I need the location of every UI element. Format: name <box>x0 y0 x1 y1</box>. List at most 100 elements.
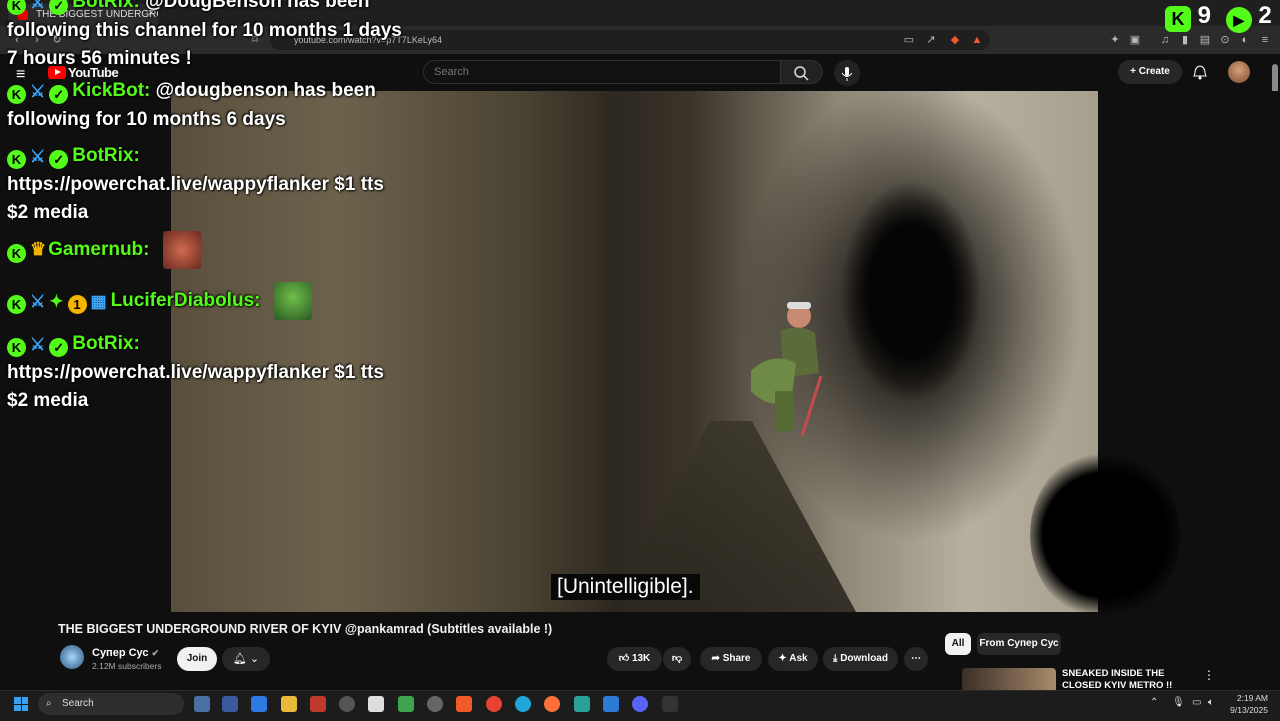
app-icon-3[interactable] <box>251 696 267 712</box>
person-in-tunnel <box>751 302 823 436</box>
share-icon: ➦ <box>711 653 720 664</box>
create-button[interactable]: + Create <box>1118 60 1182 84</box>
download-button[interactable]: ⤓ Download <box>823 647 898 671</box>
chat-username: BotRix: <box>72 145 140 166</box>
brave-rewards-icon[interactable]: ▲ <box>970 33 984 47</box>
sword-badge-icon: ⚔ <box>30 82 46 101</box>
chip-from-channel[interactable]: From Супер Сус <box>977 633 1061 655</box>
search-button[interactable] <box>781 60 823 84</box>
share-label: Share <box>722 653 751 664</box>
edge-icon[interactable] <box>515 696 531 712</box>
chat-text: https://powerchat.live/wappyflanker $1 t… <box>7 174 384 223</box>
channel-avatar[interactable] <box>60 645 84 669</box>
ask-label: Ask <box>789 653 808 664</box>
channel-name[interactable]: Супер Сус ✔ <box>92 647 159 659</box>
counter-value-b: 2 <box>1258 2 1272 29</box>
recommended-menu-icon[interactable]: ⋮ <box>1203 668 1215 682</box>
taskbar-search[interactable]: ⌕ Search <box>38 693 184 715</box>
volume-icon[interactable]: 🔈︎ <box>1208 697 1214 708</box>
profile-icon[interactable]: ◐ <box>1238 33 1252 47</box>
discord-icon[interactable] <box>632 696 648 712</box>
share-page-icon[interactable]: ↗ <box>924 33 938 47</box>
gem-badge-icon: ✦ <box>49 292 64 312</box>
search-input[interactable] <box>423 60 781 84</box>
chat-message: K ⚔ ✓ BotRix: https://powerchat.live/wappyf… <box>7 142 402 227</box>
mic-tray-icon[interactable]: 🎙︎ <box>1172 697 1185 708</box>
video-shadow <box>1030 450 1180 620</box>
system-clock[interactable]: 2:19 AM 9/13/2025 <box>1226 692 1268 716</box>
app-icon-1[interactable] <box>194 696 210 712</box>
like-button[interactable]: 👍︎ 13K <box>607 647 662 671</box>
bell-icon: 🔔︎ <box>232 653 247 665</box>
app-icon-9[interactable] <box>427 696 443 712</box>
wallet-icon[interactable]: ▤ <box>1198 33 1212 47</box>
extensions-icon[interactable]: ✦ <box>1108 33 1122 47</box>
chat-overlay: K ⚔ ✓ BotRix: @DougBenson has been followin… <box>0 0 402 420</box>
sword-badge-icon: ⚔ <box>30 147 46 166</box>
chat-text: https://powerchat.live/wappyflanker $1 t… <box>7 362 384 411</box>
subscription-bell-button[interactable]: 🔔︎ ⌄ <box>222 647 270 671</box>
app-icon-17[interactable] <box>662 696 678 712</box>
laughing-emote-icon <box>162 231 201 269</box>
taskbar-search-icon: ⌕ <box>46 698 52 709</box>
chip-all[interactable]: All <box>945 633 971 655</box>
media-icon[interactable]: ♫ <box>1158 33 1172 47</box>
firefox-icon[interactable] <box>544 696 560 712</box>
more-icon: ⋯ <box>911 653 921 664</box>
verified-badge-icon: ✓ <box>49 0 69 15</box>
thumbs-down-icon: 👎︎ <box>671 653 683 664</box>
sword-badge-icon: ⚔ <box>30 0 46 12</box>
file-explorer-icon[interactable] <box>281 696 297 712</box>
kick-badge-icon: K <box>7 244 26 264</box>
microphone-icon <box>841 67 853 81</box>
vscode-icon[interactable] <box>603 696 619 712</box>
join-button[interactable]: Join <box>177 647 217 671</box>
crown-badge-icon: ♛ <box>30 239 47 260</box>
tray-chevron-icon[interactable]: ⌃ <box>1150 697 1158 708</box>
start-button[interactable] <box>14 697 28 711</box>
ask-button[interactable]: ✦ Ask <box>768 647 818 671</box>
sidebar-icon[interactable]: ▮ <box>1178 33 1192 47</box>
sword-badge-icon: ⚔ <box>30 335 46 354</box>
network-icon[interactable]: ▭ <box>1192 697 1201 708</box>
video-subtitle: [Unintelligible]. <box>551 574 700 600</box>
counter-value-a: 9 <box>1197 2 1212 29</box>
brave-browser-icon[interactable] <box>456 696 472 712</box>
channel-name-text: Супер Сус <box>92 647 149 659</box>
screenshot-icon[interactable]: ▣ <box>1128 33 1142 47</box>
video-title: THE BIGGEST UNDERGROUND RIVER OF KYIV @p… <box>58 622 553 636</box>
voice-search-button[interactable] <box>834 60 860 86</box>
recommended-title[interactable]: SNEAKED INSIDE THE CLOSED KYIV METRO !! <box>1062 668 1202 692</box>
dislike-button[interactable]: 👎︎ <box>663 647 691 671</box>
kick-badge-icon: K <box>7 0 26 15</box>
app-icon-2[interactable] <box>222 696 238 712</box>
kick-badge-icon: K <box>7 295 26 315</box>
chevron-down-icon: ⌄ <box>249 653 260 665</box>
brave-shield-icon[interactable]: ◆ <box>948 33 962 47</box>
chat-username: BotRix: <box>72 333 140 354</box>
search-icon <box>794 66 809 81</box>
chrome-icon[interactable] <box>486 696 502 712</box>
chat-username: BotRix: <box>72 0 140 12</box>
subscriber-count: 2.12M subscribers <box>92 661 162 671</box>
like-count: 13K <box>631 653 651 664</box>
more-actions-button[interactable]: ⋯ <box>904 647 928 671</box>
share-button[interactable]: ➦ Share <box>700 647 762 671</box>
app-icon-14[interactable] <box>574 696 590 712</box>
stream-counter: K 9 ▶ 2 <box>1165 2 1272 33</box>
app-icon-5[interactable] <box>310 696 326 712</box>
app-icon-6[interactable] <box>339 696 355 712</box>
chat-username: LuciferDiabolus: <box>110 290 261 312</box>
cast-icon[interactable]: ▭ <box>902 33 916 47</box>
app-icon-7[interactable] <box>368 696 384 712</box>
sword-badge-icon: ⚔ <box>30 292 46 312</box>
account-avatar[interactable] <box>1228 61 1250 83</box>
chat-username: KickBot: <box>72 80 151 101</box>
create-label: Create <box>1138 66 1170 77</box>
notifications-bell-icon[interactable] <box>1192 64 1208 85</box>
vpn-icon[interactable]: ⊙ <box>1218 33 1232 47</box>
menu-icon[interactable]: ≡ <box>1258 33 1272 47</box>
chat-message: K ♛ Gamernub: <box>7 231 402 269</box>
app-icon-8[interactable] <box>398 696 414 712</box>
recommended-thumbnail[interactable] <box>962 668 1056 692</box>
